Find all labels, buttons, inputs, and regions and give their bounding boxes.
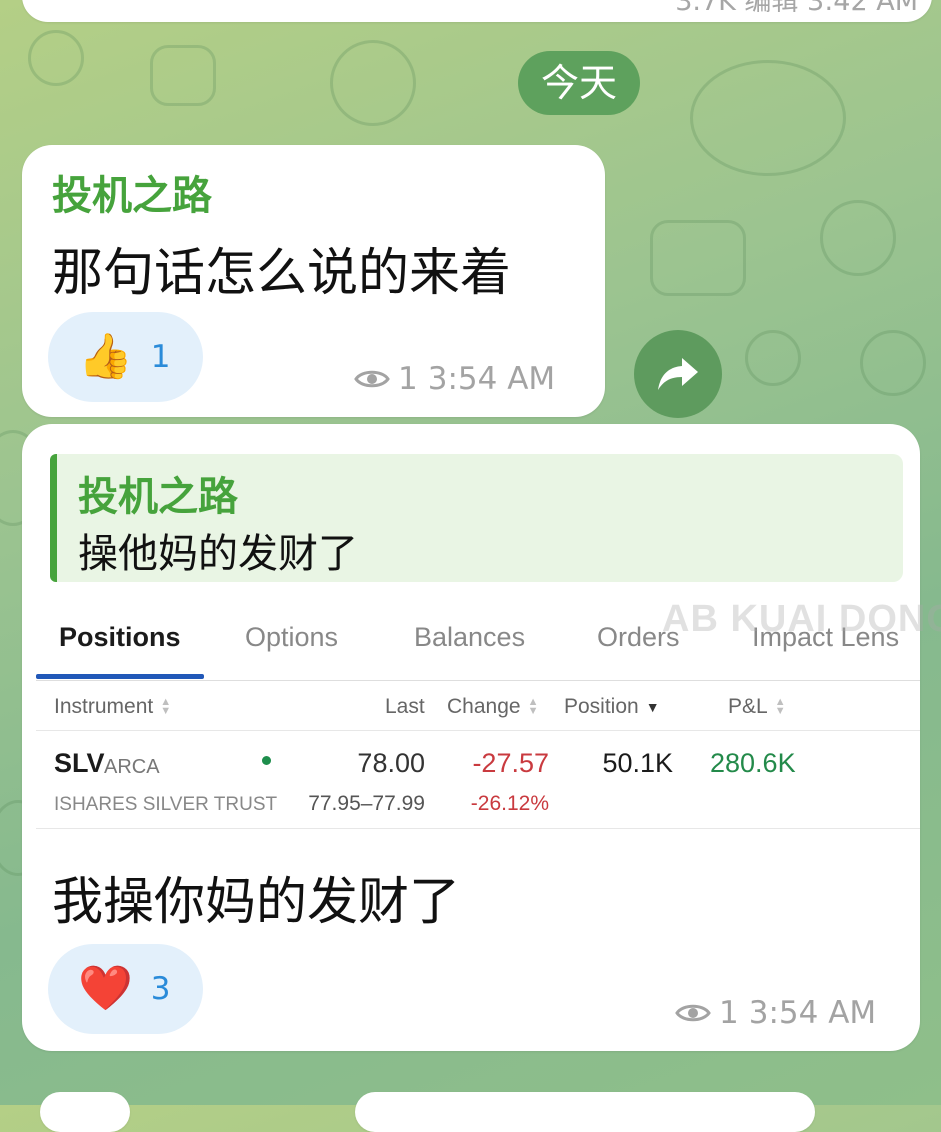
change-value: -27.57	[472, 748, 549, 778]
message-bubble[interactable]: 投机之路 操他妈的发财了 Positions Options Balances …	[22, 424, 941, 1051]
attached-screenshot[interactable]: Positions Options Balances Orders Impact…	[22, 596, 941, 836]
message-text: 那句话怎么说的来着	[52, 244, 512, 303]
active-tab-indicator	[36, 674, 204, 679]
view-count: 1	[719, 995, 739, 1031]
pnl-value: 280.6K	[710, 748, 796, 778]
watermark: AB KUAI DONG	[662, 598, 941, 640]
column-header-position: Position ▼	[564, 695, 660, 718]
column-header-last: Last	[385, 695, 425, 718]
background-doodle	[745, 330, 801, 386]
eye-icon	[675, 1004, 711, 1022]
sort-icon: ▲ ▼	[774, 696, 786, 717]
reaction-thumbs-up[interactable]: 👍 1	[48, 312, 203, 402]
column-header-pnl: P&L ▲ ▼	[728, 695, 786, 718]
sort-icon: ▲ ▼	[527, 696, 539, 717]
reaction-heart[interactable]: ❤️ 3	[48, 944, 203, 1034]
header-divider	[36, 730, 920, 731]
bid-ask-range: 77.95–77.99	[308, 792, 425, 815]
previous-message-bubble[interactable]: 3.7K 编辑 3:42 AM	[22, 0, 932, 22]
background-doodle	[650, 220, 746, 296]
message-meta: 1 3:54 AM	[354, 361, 555, 397]
background-doodle	[28, 30, 84, 86]
message-bubble[interactable]: 投机之路 那句话怎么说的来着 👍 1 1 3:54 AM	[22, 145, 605, 417]
tab-options: Options	[245, 622, 339, 652]
message-meta: 1 3:54 AM	[675, 995, 876, 1031]
sort-desc-icon: ▼	[645, 698, 660, 715]
instrument-exchange: ARCA	[104, 756, 160, 778]
sort-icon: ▲ ▼	[160, 696, 172, 717]
heart-icon: ❤️	[78, 963, 133, 1014]
sender-name[interactable]: 投机之路	[52, 163, 212, 221]
view-count: 1	[398, 361, 418, 397]
share-button[interactable]	[634, 330, 722, 418]
background-doodle	[860, 330, 926, 396]
reaction-count: 1	[150, 339, 171, 375]
reaction-count: 3	[150, 971, 171, 1007]
reply-text: 操他妈的发财了	[78, 531, 358, 577]
message-time: 3:54 AM	[427, 361, 556, 397]
tab-positions: Positions	[59, 622, 181, 652]
column-header-change: Change ▲ ▼	[447, 695, 539, 718]
reply-sender-name: 投机之路	[78, 474, 238, 520]
next-message-bubble[interactable]	[355, 1092, 815, 1132]
eye-icon	[354, 370, 390, 388]
share-arrow-icon	[658, 358, 698, 390]
background-doodle	[150, 45, 216, 106]
date-separator: 今天	[518, 51, 640, 115]
status-dot-icon	[262, 756, 271, 765]
column-header-instrument: Instrument ▲ ▼	[54, 695, 172, 718]
tab-bar: Positions Options Balances Orders Impact…	[36, 596, 941, 681]
instrument-symbol: SLV	[54, 748, 105, 778]
background-doodle	[690, 60, 846, 176]
row-divider	[36, 828, 920, 829]
last-price: 78.00	[357, 748, 425, 778]
tab-balances: Balances	[414, 622, 526, 652]
background-doodle	[330, 40, 416, 126]
change-percent: -26.12%	[470, 792, 549, 815]
next-message-bubble[interactable]	[40, 1092, 130, 1132]
thumbs-up-icon: 👍	[78, 331, 133, 382]
previous-message-meta: 3.7K 编辑 3:42 AM	[675, 0, 918, 17]
position-size: 50.1K	[602, 748, 673, 778]
background-doodle	[820, 200, 896, 276]
reply-quote[interactable]: 投机之路 操他妈的发财了	[50, 454, 903, 582]
instrument-description: ISHARES SILVER TRUST	[54, 794, 278, 815]
message-time: 3:54 AM	[748, 995, 877, 1031]
message-text: 我操你妈的发财了	[52, 873, 461, 932]
